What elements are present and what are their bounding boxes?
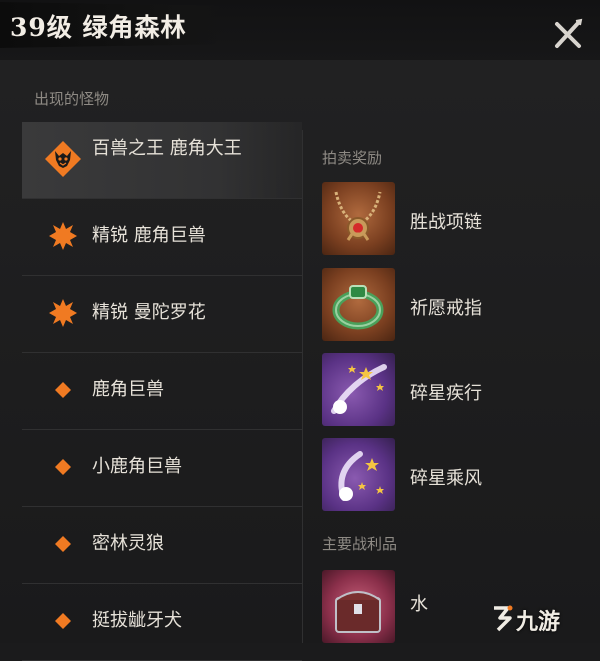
monsters-section-label: 出现的怪物 [34, 90, 110, 108]
boss-demon-icon [45, 141, 81, 177]
reward-name: 碎星乘风 [410, 468, 482, 489]
monster-name: 鹿角巨兽 [92, 379, 164, 400]
monster-name: 小鹿角巨兽 [92, 456, 182, 477]
diamond-icon [55, 459, 71, 475]
reward-item[interactable]: 胜战项链 [322, 182, 582, 258]
monster-name: 密林灵狼 [92, 533, 164, 554]
necklace-icon [334, 191, 382, 241]
watermark-logo-icon [494, 605, 513, 632]
auction-section-label: 拍卖奖励 [322, 149, 383, 167]
reward-thumbnail [322, 353, 395, 426]
reward-item[interactable]: 碎星疾行 [322, 353, 582, 429]
monster-list: 百兽之王 鹿角大王 精锐 鹿角巨兽 精锐 曼陀罗花 鹿角巨兽 小鹿角巨兽 密林灵… [22, 122, 302, 661]
comet-icon [331, 364, 387, 414]
elite-spike-icon [49, 222, 77, 250]
elite-spike-icon [49, 299, 77, 327]
loot-name: 水 [410, 594, 428, 615]
monster-item[interactable]: 鹿角巨兽 [22, 353, 302, 430]
monster-name: 挺拔龇牙犬 [92, 610, 182, 631]
monster-name: 精锐 鹿角巨兽 [92, 225, 206, 246]
reward-name: 碎星疾行 [410, 383, 482, 404]
comet-icon [338, 451, 384, 501]
column-divider [302, 130, 303, 643]
monster-name: 百兽之王 鹿角大王 [92, 138, 242, 159]
watermark-text: 九游 [516, 610, 561, 635]
title-bar: 39级 绿角森林 [0, 0, 600, 60]
diamond-icon [55, 613, 71, 629]
monster-item[interactable]: 挺拔龇牙犬 [22, 584, 302, 661]
reward-name: 祈愿戒指 [410, 298, 482, 319]
close-button[interactable] [548, 16, 588, 52]
monster-item-elite[interactable]: 精锐 鹿角巨兽 [22, 199, 302, 276]
reward-thumbnail [322, 268, 395, 341]
reward-thumbnail [322, 438, 395, 511]
monster-item[interactable]: 密林灵狼 [22, 507, 302, 584]
loot-thumbnail [322, 570, 395, 643]
monster-name: 精锐 曼陀罗花 [92, 302, 206, 323]
monster-item-boss[interactable]: 百兽之王 鹿角大王 [22, 122, 302, 199]
reward-item[interactable]: 碎星乘风 [322, 438, 582, 514]
monster-item-elite[interactable]: 精锐 曼陀罗花 [22, 276, 302, 353]
chest-icon [335, 591, 381, 633]
monster-item[interactable]: 小鹿角巨兽 [22, 430, 302, 507]
ring-icon [332, 285, 384, 330]
loot-section-label: 主要战利品 [322, 535, 398, 553]
close-icon [555, 18, 583, 48]
diamond-icon [55, 536, 71, 552]
diamond-icon [55, 382, 71, 398]
reward-item[interactable]: 祈愿戒指 [322, 268, 582, 344]
reward-thumbnail [322, 182, 395, 255]
page-title: 39级 绿角森林 [10, 13, 187, 42]
reward-name: 胜战项链 [410, 212, 482, 233]
